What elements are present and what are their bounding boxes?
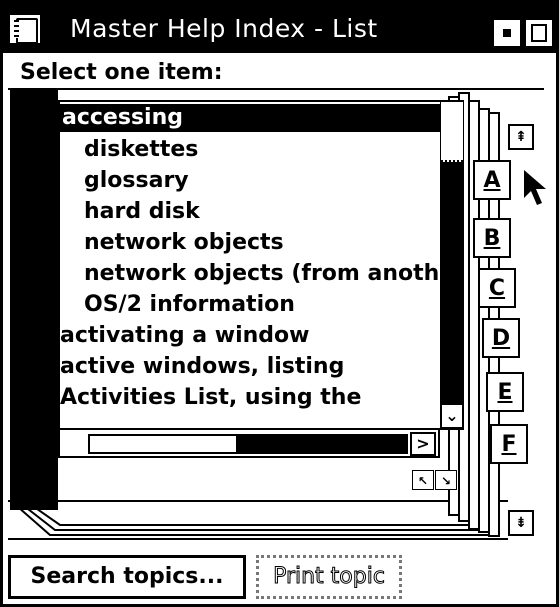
tab-e[interactable]: E [486,372,524,412]
page-back-button[interactable]: ↖ [412,470,434,490]
window-title: Master Help Index - List [70,14,378,43]
select-prompt: Select one item: [20,60,223,85]
list-item[interactable]: Activities List, using the [60,384,361,412]
scroll-right-button[interactable]: > [410,432,436,456]
double-down-arrow-icon[interactable]: ⇟ [508,510,534,536]
list-item-selected[interactable]: accessing [60,104,440,132]
list-item[interactable]: OS/2 information [84,291,295,319]
search-topics-button[interactable]: Search topics... [8,555,246,599]
list-item[interactable]: network objects (from anoth [84,260,439,288]
horizontal-scroll-track[interactable] [238,434,408,454]
tab-b[interactable]: B [473,218,511,258]
scroll-down-button[interactable]: ⌄ [441,404,463,428]
topic-list[interactable]: accessing diskettes glossary hard disk n… [60,104,440,430]
list-item[interactable]: glossary [84,167,189,195]
tab-c[interactable]: C [478,268,516,308]
list-item[interactable]: activating a window [60,322,309,350]
list-item[interactable]: active windows, listing [60,353,344,381]
minimize-icon[interactable] [492,18,522,48]
vertical-scroll-thumb[interactable] [441,102,463,162]
double-up-arrow-icon[interactable]: ⇞ [508,124,534,150]
list-item[interactable]: hard disk [84,198,200,226]
page-forward-button[interactable]: ↘ [435,470,457,490]
horizontal-scroll-thumb[interactable] [88,434,238,454]
maximize-icon[interactable] [524,18,554,48]
list-item[interactable]: network objects [84,229,284,257]
tab-f[interactable]: F [490,424,528,464]
system-menu-icon[interactable] [8,13,42,45]
mouse-pointer-icon [524,170,546,205]
tab-d[interactable]: D [482,318,520,358]
tab-a[interactable]: A [473,160,511,200]
print-topic-button[interactable]: Print topic [256,555,402,599]
list-item[interactable]: diskettes [84,136,198,164]
